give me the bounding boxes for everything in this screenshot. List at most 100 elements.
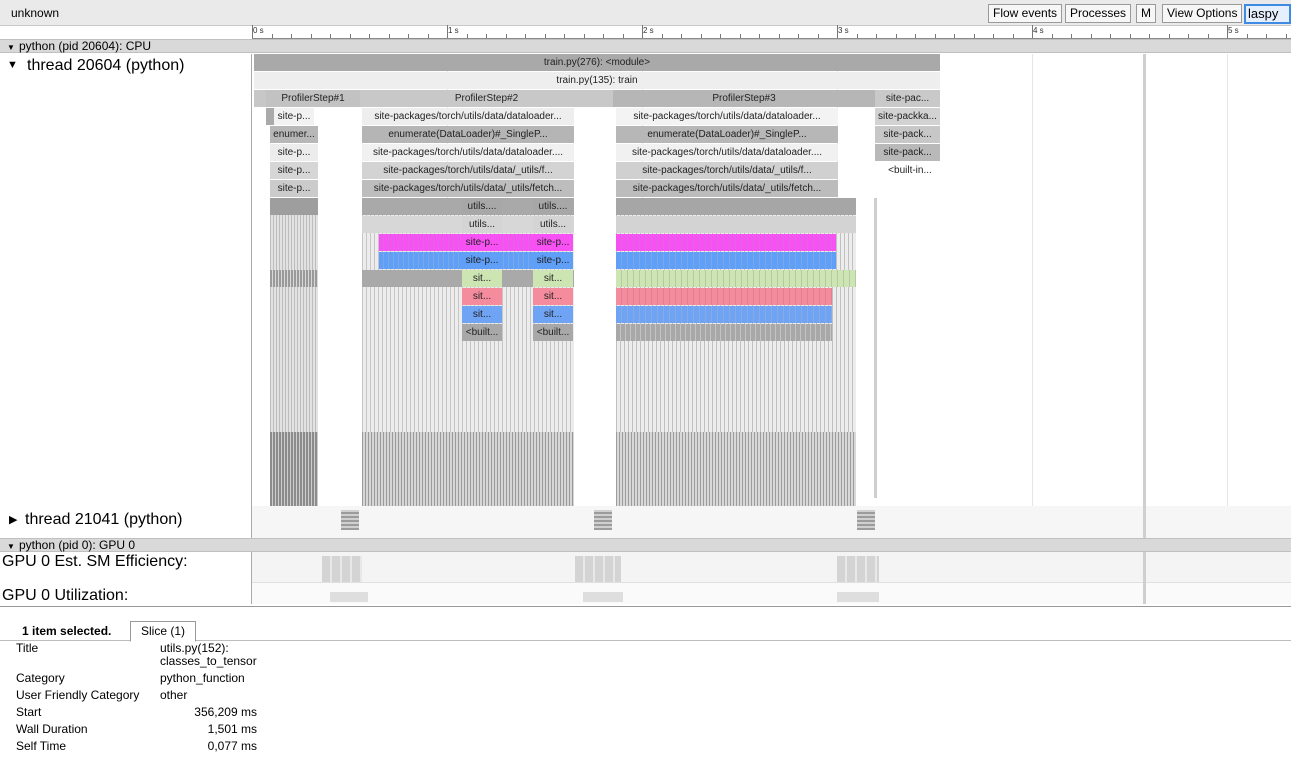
slice-step2[interactable]: ProfilerStep#2 xyxy=(360,90,613,107)
ruler-tick xyxy=(700,34,702,38)
slice-block[interactable] xyxy=(616,216,856,233)
ruler-tick xyxy=(973,34,975,38)
thread-main-track[interactable]: train.py(276): <module> train.py(135): t… xyxy=(252,54,1291,506)
slice-b-sitep1[interactable]: site-p... xyxy=(533,234,573,251)
slice-b-sit2[interactable]: sit... xyxy=(533,288,573,305)
slice-s1-r4[interactable]: enumer... xyxy=(270,126,318,143)
slice-s3-r7[interactable]: site-packages/torch/utils/data/_utils/fe… xyxy=(616,180,838,197)
view-options-button[interactable]: View Options xyxy=(1162,4,1243,23)
ruler-tick xyxy=(1188,34,1189,38)
slice-s4-r6[interactable]: <built-in... xyxy=(880,162,940,179)
slice-s1-r3[interactable]: site-p... xyxy=(274,108,314,125)
processes-button[interactable]: Processes xyxy=(1065,4,1132,23)
slice-block-blue2[interactable] xyxy=(616,306,832,323)
slice-s4-r3[interactable]: site-packka... xyxy=(875,108,940,125)
detail-value-category: python_function xyxy=(160,671,245,685)
slice-block-magenta[interactable] xyxy=(616,234,836,251)
gpu-label-panel: GPU 0 Est. SM Efficiency: GPU 0 Utilizat… xyxy=(0,552,252,604)
slice-s4-r4[interactable]: site-pack... xyxy=(875,126,940,143)
search-input[interactable]: laspy xyxy=(1244,4,1291,24)
time-ruler[interactable]: 0 s 1 s 2 s 3 s 4 s 5 s xyxy=(252,25,1291,39)
ruler-tick xyxy=(466,34,468,38)
slice-block-pink[interactable] xyxy=(616,288,832,305)
process-header-cpu[interactable]: ▼ python (pid 20604): CPU xyxy=(0,39,1291,53)
ruler-tick xyxy=(681,34,682,38)
slice-s2-r4[interactable]: enumerate(DataLoader)#_SingleP... xyxy=(362,126,574,143)
slice-a-sit2[interactable]: sit... xyxy=(462,288,502,305)
slice-b-sitep2[interactable]: site-p... xyxy=(533,252,573,269)
tab-slice[interactable]: Slice (1) xyxy=(130,621,196,642)
slice-block[interactable] xyxy=(270,432,318,506)
slice-s3-r6[interactable]: site-packages/torch/utils/data/_utils/f.… xyxy=(616,162,838,179)
ruler-tick xyxy=(1285,34,1287,38)
ruler-tick xyxy=(993,34,994,38)
thread-other-burst[interactable] xyxy=(857,510,875,530)
slice-s2-r5[interactable]: site-packages/torch/utils/data/dataloade… xyxy=(362,144,574,161)
slice-block[interactable] xyxy=(270,198,318,215)
slice-block[interactable] xyxy=(616,324,832,341)
ruler-tick xyxy=(798,34,799,38)
m-button[interactable]: M xyxy=(1136,4,1156,23)
ruler-tick xyxy=(661,34,663,38)
slice-s3-r5[interactable]: site-packages/torch/utils/data/dataloade… xyxy=(616,144,838,161)
slice-module[interactable]: train.py(276): <module> xyxy=(254,54,940,71)
ruler-tick xyxy=(778,34,780,38)
process-label-gpu: python (pid 0): GPU 0 xyxy=(19,538,136,552)
slice-step3[interactable]: ProfilerStep#3 xyxy=(613,90,875,107)
slice-b-built[interactable]: <built... xyxy=(533,324,573,341)
process-header-gpu[interactable]: ▼ python (pid 0): GPU 0 xyxy=(0,538,1291,552)
gpu-tracks[interactable] xyxy=(252,552,1291,604)
slice-a-utils2[interactable]: utils... xyxy=(462,216,502,233)
ruler-label-5s: 5 s xyxy=(1228,26,1239,35)
slice-s2-r6[interactable]: site-packages/torch/utils/data/_utils/f.… xyxy=(362,162,574,179)
collapse-triangle-icon[interactable]: ▼ xyxy=(7,42,15,54)
slice-s1-r5[interactable]: site-p... xyxy=(270,144,318,161)
slice-block[interactable] xyxy=(362,432,574,506)
slice-a-sit3[interactable]: sit... xyxy=(462,306,502,323)
slice-s1-r7[interactable]: site-p... xyxy=(270,180,318,197)
gpu-sm-efficiency-block xyxy=(575,556,621,582)
slice-a-sit1[interactable]: sit... xyxy=(462,270,502,287)
slice-block[interactable] xyxy=(270,270,318,287)
detail-value-self-time: 0,077 ms xyxy=(207,739,257,753)
thread-other-burst[interactable] xyxy=(341,510,359,530)
expand-triangle-icon[interactable]: ▶ xyxy=(9,513,17,526)
ruler-tick xyxy=(447,25,448,38)
slice-b-utils2[interactable]: utils... xyxy=(533,216,573,233)
detail-value-title: utils.py(152): xyxy=(160,641,229,655)
ruler-tick xyxy=(505,34,507,38)
slice-step4[interactable]: site-pac... xyxy=(875,90,940,107)
slice-train[interactable]: train.py(135): train xyxy=(254,72,940,89)
slice-b-utils1[interactable]: utils.... xyxy=(533,198,573,215)
slice-a-sitep1[interactable]: site-p... xyxy=(462,234,502,251)
slice-s3-r4[interactable]: enumerate(DataLoader)#_SingleP... xyxy=(616,126,838,143)
slice-block-blue[interactable] xyxy=(616,252,836,269)
slice-small[interactable] xyxy=(266,108,274,125)
slice-block[interactable] xyxy=(616,432,856,506)
slice-a-built[interactable]: <built... xyxy=(462,324,502,341)
window-title: unknown xyxy=(11,6,60,20)
ruler-tick xyxy=(895,34,897,38)
thread-other-track[interactable] xyxy=(252,506,1291,538)
slice-s2-r3[interactable]: site-packages/torch/utils/data/dataloade… xyxy=(362,108,574,125)
dense-call-column xyxy=(874,198,877,498)
slice-a-utils1[interactable]: utils.... xyxy=(462,198,502,215)
ruler-tick xyxy=(934,34,936,38)
slice-s2-r7[interactable]: site-packages/torch/utils/data/_utils/fe… xyxy=(362,180,574,197)
expand-triangle-icon[interactable]: ▼ xyxy=(7,59,18,71)
slice-b-sit1[interactable]: sit... xyxy=(533,270,573,287)
slice-b-sit3[interactable]: sit... xyxy=(533,306,573,323)
ruler-tick xyxy=(252,25,253,38)
slice-s4-r5[interactable]: site-pack... xyxy=(875,144,940,161)
gpu-sm-efficiency-track[interactable] xyxy=(252,552,1291,583)
slice-step1[interactable]: ProfilerStep#1 xyxy=(266,90,360,107)
slice-block-green[interactable] xyxy=(616,270,856,287)
slice-s3-r3[interactable]: site-packages/torch/utils/data/dataloade… xyxy=(616,108,838,125)
thread-other-burst[interactable] xyxy=(594,510,612,530)
slice-small[interactable] xyxy=(254,90,266,107)
slice-a-sitep2[interactable]: site-p... xyxy=(462,252,502,269)
slice-s1-r6[interactable]: site-p... xyxy=(270,162,318,179)
slice-block[interactable] xyxy=(616,198,856,215)
flow-events-button[interactable]: Flow events xyxy=(988,4,1063,23)
ruler-tick xyxy=(1090,34,1092,38)
